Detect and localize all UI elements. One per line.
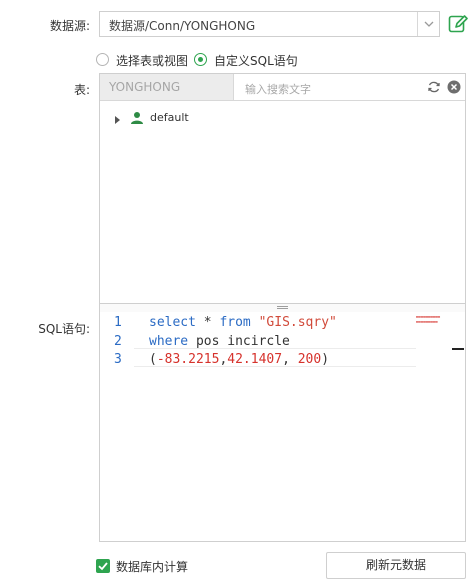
clear-icon[interactable] xyxy=(447,80,461,94)
code-token: -83.2215 xyxy=(156,352,220,367)
refresh-icon[interactable] xyxy=(427,80,441,94)
code-line-1: select * from "GIS.sqry" xyxy=(149,315,337,330)
radio-custom-sql[interactable] xyxy=(194,53,207,66)
datasource-select[interactable]: 数据源/Conn/YONGHONG xyxy=(99,11,440,37)
datasource-value: 数据源/Conn/YONGHONG xyxy=(109,19,256,33)
grip-icon xyxy=(277,306,288,309)
tree-item-default[interactable]: default xyxy=(150,111,189,124)
code-token: ) xyxy=(321,352,330,367)
radio-custom-sql-label[interactable]: 自定义SQL语句 xyxy=(214,52,298,69)
chevron-down-icon[interactable] xyxy=(417,12,439,36)
code-token: 200 xyxy=(297,352,322,367)
sql-editor[interactable]: 1 2 3 select * from "GIS.sqry" where pos… xyxy=(99,312,466,542)
code-line-2: where pos incircle xyxy=(149,334,290,349)
code-token: "GIS.sqry" xyxy=(258,315,337,330)
schema-value: YONGHONG xyxy=(109,80,181,94)
code-token: pos incircle xyxy=(188,334,290,349)
code-token: where xyxy=(149,334,189,349)
edit-icon[interactable] xyxy=(448,13,468,35)
in-database-compute-label[interactable]: 数据库内计算 xyxy=(116,558,188,575)
table-browser: YONGHONG 输入搜索文字 default xyxy=(99,73,466,304)
datasource-label: 数据源: xyxy=(49,19,90,33)
scroll-marker[interactable] xyxy=(452,348,464,350)
refresh-metadata-button[interactable]: 刷新元数据 xyxy=(326,552,466,579)
code-token: 42.1407 xyxy=(227,352,283,367)
radio-table-or-view[interactable] xyxy=(96,53,109,66)
sql-label: SQL语句: xyxy=(38,322,90,336)
line-number: 1 xyxy=(114,315,122,330)
minimap[interactable]: ▬▬▬▬▬▬▬▬▬▬ ▬▬▬▬▬▬▬▬▬ xyxy=(416,314,440,324)
expand-arrow-icon[interactable] xyxy=(115,116,120,124)
code-token: ( xyxy=(149,352,157,367)
code-line-3: (-83.2215,42.1407, 200) xyxy=(149,352,329,367)
code-token: * xyxy=(195,315,220,330)
line-number: 3 xyxy=(114,352,122,367)
line-number: 2 xyxy=(114,334,122,349)
table-label: 表: xyxy=(73,83,90,97)
user-icon xyxy=(130,111,144,125)
search-placeholder: 输入搜索文字 xyxy=(245,83,311,96)
table-search[interactable]: 输入搜索文字 xyxy=(234,74,465,101)
radio-table-or-view-label[interactable]: 选择表或视图 xyxy=(116,52,188,69)
code-token: select xyxy=(149,315,196,330)
schema-field[interactable]: YONGHONG xyxy=(100,74,234,101)
resize-handle[interactable] xyxy=(99,304,466,312)
code-token: from xyxy=(219,315,251,330)
in-database-compute-checkbox[interactable] xyxy=(96,559,110,573)
code-token: , xyxy=(282,352,298,367)
